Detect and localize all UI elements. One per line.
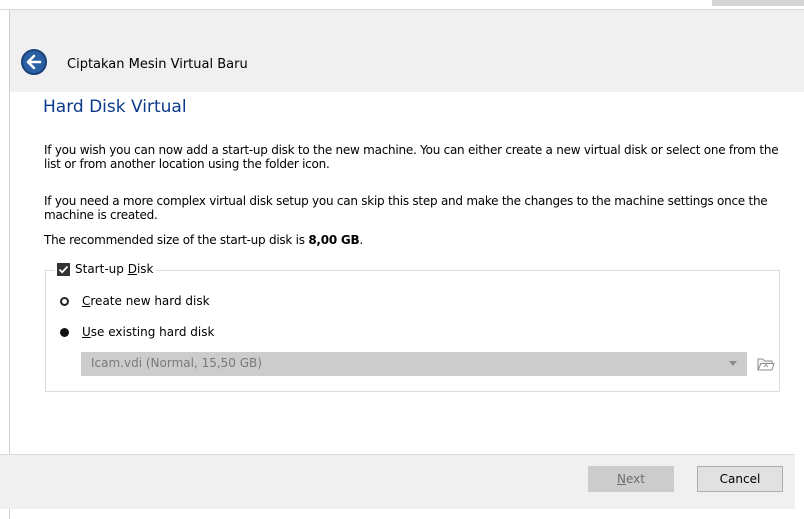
use-existing-disk-option[interactable]: Use existing hard disk bbox=[60, 325, 214, 339]
page-title: Hard Disk Virtual bbox=[43, 97, 187, 117]
background-titlebar bbox=[0, 0, 804, 10]
recommended-size-text: The recommended size of the start-up dis… bbox=[44, 233, 363, 247]
background-tab bbox=[712, 0, 804, 6]
dialog-footer bbox=[0, 454, 795, 509]
cancel-button[interactable]: Cancel bbox=[697, 466, 783, 492]
create-new-disk-label: Create new hard disk bbox=[82, 294, 210, 308]
chevron-down-icon bbox=[729, 361, 737, 366]
checkbox-checked-icon[interactable] bbox=[57, 262, 70, 276]
startup-disk-checkbox[interactable]: Start-up Disk bbox=[55, 262, 157, 276]
existing-disk-select[interactable]: Icam.vdi (Normal, 15,50 GB) bbox=[81, 352, 747, 376]
window-title: Ciptakan Mesin Virtual Baru bbox=[67, 57, 248, 72]
startup-disk-label: Start-up Disk bbox=[75, 262, 154, 276]
dialog-header: Ciptakan Mesin Virtual Baru bbox=[10, 10, 804, 92]
recommended-size-value: 8,00 GB bbox=[308, 233, 360, 247]
intro-paragraph: If you wish you can now add a start-up d… bbox=[44, 143, 779, 171]
next-button[interactable]: Next bbox=[588, 466, 674, 492]
existing-disk-value: Icam.vdi (Normal, 15,50 GB) bbox=[91, 356, 262, 370]
use-existing-disk-label: Use existing hard disk bbox=[82, 325, 215, 339]
recommended-suffix: . bbox=[359, 233, 363, 247]
radio-selected-icon[interactable] bbox=[60, 327, 69, 337]
radio-unselected-icon[interactable] bbox=[60, 296, 69, 306]
back-arrow-icon[interactable] bbox=[21, 49, 47, 75]
recommended-prefix: The recommended size of the start-up dis… bbox=[44, 233, 309, 247]
create-new-disk-option[interactable]: Create new hard disk bbox=[60, 294, 210, 308]
folder-open-icon[interactable] bbox=[757, 356, 775, 372]
advanced-paragraph: If you need a more complex virtual disk … bbox=[44, 194, 768, 222]
